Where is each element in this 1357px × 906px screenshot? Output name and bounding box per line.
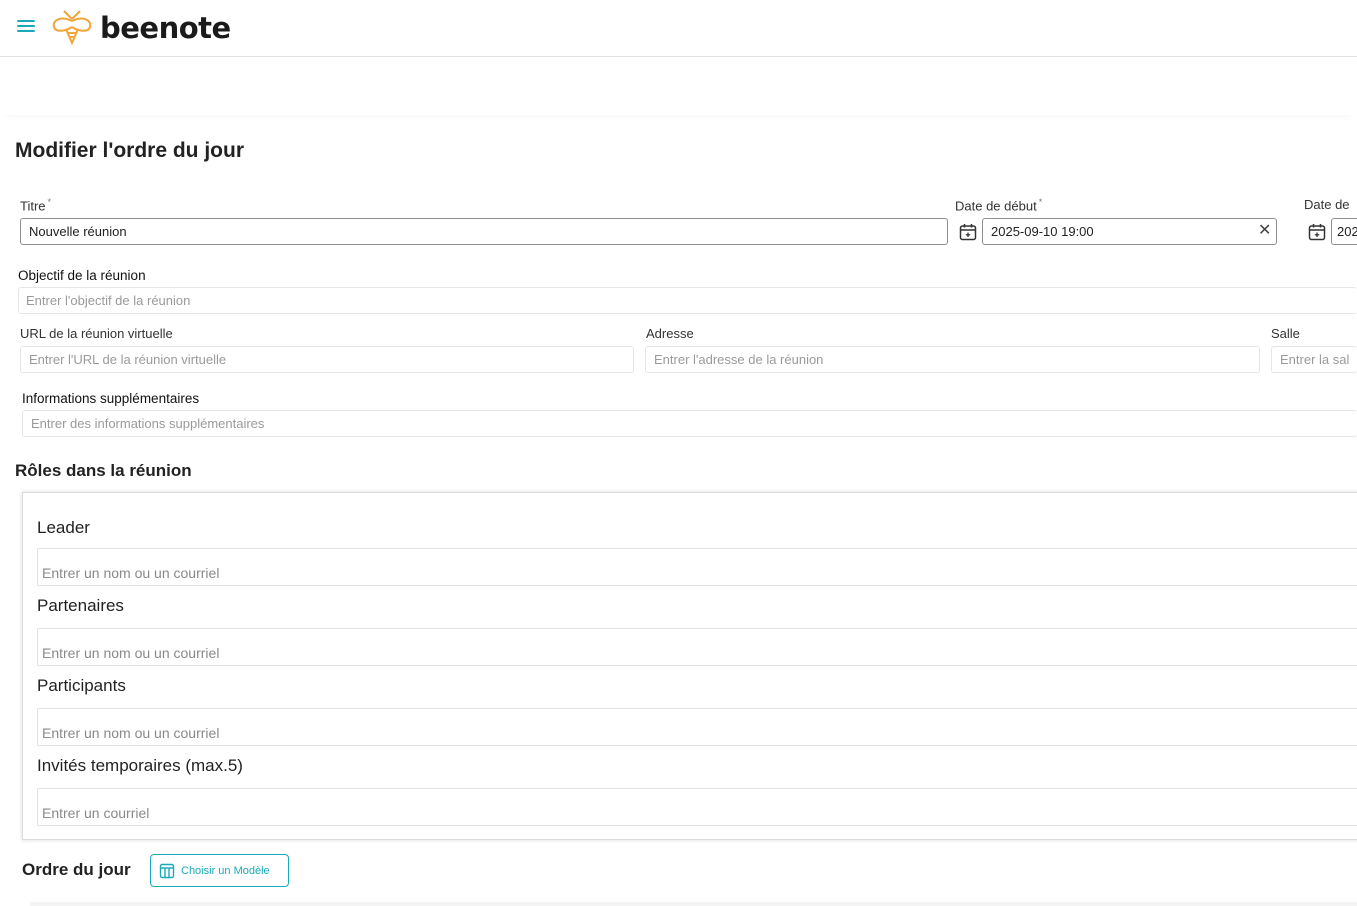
virtual-url-label: URL de la réunion virtuelle: [20, 326, 173, 341]
start-date-label: Date de début *: [955, 197, 1043, 214]
extra-info-input[interactable]: [22, 410, 1357, 437]
end-date-input[interactable]: [1331, 218, 1357, 245]
template-icon: [159, 863, 175, 878]
extra-info-label: Informations supplémentaires: [22, 391, 200, 406]
room-label: Salle: [1271, 326, 1300, 341]
leader-input[interactable]: [37, 548, 1357, 586]
page-title: Modifier l'ordre du jour: [15, 139, 244, 162]
agenda-section-title: Ordre du jour: [22, 860, 131, 879]
roles-card: Leader Partenaires Participants Invités …: [22, 492, 1357, 840]
objective-label: Objectif de la réunion: [18, 268, 146, 283]
leader-label: Leader: [37, 518, 90, 537]
top-bar: beenote: [0, 0, 1357, 57]
address-input[interactable]: [645, 346, 1260, 373]
hamburger-icon[interactable]: [17, 20, 35, 34]
roles-section-title: Rôles dans la réunion: [15, 461, 192, 480]
bee-logo-icon: [52, 10, 92, 46]
participants-input[interactable]: [37, 708, 1357, 746]
title-input[interactable]: [20, 218, 948, 245]
secondary-band: [0, 57, 1357, 115]
guests-input[interactable]: [37, 788, 1357, 826]
end-date-label: Date de: [1304, 197, 1350, 212]
room-input[interactable]: [1271, 346, 1357, 373]
partners-label: Partenaires: [37, 596, 124, 615]
start-date-input[interactable]: [982, 218, 1277, 245]
logo-text: beenote: [100, 11, 231, 45]
app-logo[interactable]: beenote: [50, 9, 231, 47]
participants-label: Participants: [37, 676, 126, 695]
partners-input[interactable]: [37, 628, 1357, 666]
title-field-label: Titre *: [20, 197, 52, 214]
choose-model-label: Choisir un Modèle: [181, 864, 270, 877]
address-label: Adresse: [646, 326, 694, 341]
calendar-icon[interactable]: [959, 223, 977, 241]
virtual-url-input[interactable]: [20, 346, 634, 373]
objective-input[interactable]: [18, 287, 1357, 314]
agenda-area-edge: [30, 902, 1357, 906]
guests-label: Invités temporaires (max.5): [37, 756, 243, 775]
choose-model-button[interactable]: Choisir un Modèle: [150, 854, 289, 887]
calendar-icon[interactable]: [1308, 223, 1326, 241]
clear-icon[interactable]: ✕: [1258, 223, 1271, 239]
